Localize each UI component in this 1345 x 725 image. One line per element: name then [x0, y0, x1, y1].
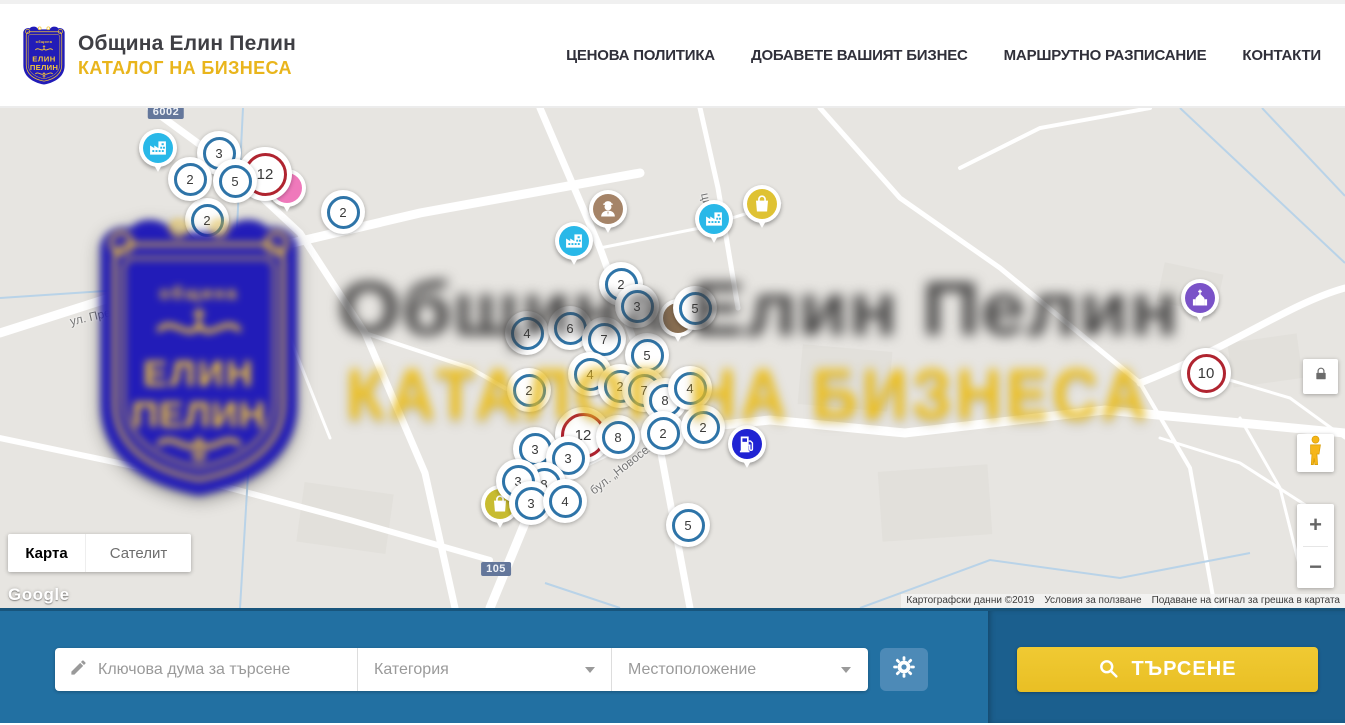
- cluster-marker[interactable]: 3: [615, 284, 659, 328]
- map-type-map-button[interactable]: Карта: [8, 534, 85, 572]
- cluster-count: 5: [679, 292, 712, 325]
- map-pin-bag-icon[interactable]: [743, 185, 781, 223]
- zoom-out-button[interactable]: −: [1297, 547, 1334, 589]
- header: община ЕЛИН ПЕЛИН Община Елин Пелин КАТА…: [0, 4, 1345, 108]
- map-pin-fuel-icon[interactable]: [728, 425, 766, 463]
- map-canvas[interactable]: 6002105ул. Преславбул. „Новоселции: [0, 108, 1345, 608]
- advanced-settings-button[interactable]: [880, 648, 928, 691]
- pegman-button[interactable]: [1297, 434, 1334, 472]
- nav-item-add-business[interactable]: ДОБАВЕТЕ ВАШИЯТ БИЗНЕС: [751, 47, 968, 64]
- cluster-count: 4: [511, 317, 544, 350]
- nav-item-contacts[interactable]: КОНТАКТИ: [1242, 47, 1321, 64]
- chevron-down-icon: [585, 667, 595, 673]
- svg-text:община: община: [36, 40, 53, 44]
- cluster-count: 7: [588, 323, 621, 356]
- cluster-count: 10: [1187, 354, 1226, 393]
- map-pin-factory-icon[interactable]: [695, 200, 733, 238]
- cluster-marker[interactable]: 2: [185, 198, 229, 242]
- pin-icon: [747, 189, 777, 219]
- pencil-icon: [69, 658, 88, 682]
- pin-icon: [143, 133, 173, 163]
- map-attribution: Картографски данни ©2019 Условия за полз…: [901, 593, 1345, 608]
- google-logo[interactable]: Google: [8, 585, 70, 605]
- cluster-marker[interactable]: 2: [168, 157, 212, 201]
- cluster-marker[interactable]: 4: [668, 366, 712, 410]
- lock-button[interactable]: [1303, 359, 1338, 394]
- map-pin-church-icon[interactable]: [1181, 279, 1219, 317]
- cluster-marker[interactable]: 2: [507, 368, 551, 412]
- map-pin-worker-icon[interactable]: [589, 190, 627, 228]
- cluster-count: 5: [631, 339, 664, 372]
- pin-icon: [1185, 283, 1215, 313]
- category-placeholder: Категория: [374, 661, 449, 679]
- cluster-marker[interactable]: 10: [1181, 348, 1231, 398]
- zoom-in-button[interactable]: +: [1297, 504, 1334, 546]
- main-nav: ЦЕНОВА ПОЛИТИКА ДОБАВЕТЕ ВАШИЯТ БИЗНЕС М…: [566, 47, 1321, 64]
- cluster-count: 2: [191, 204, 224, 237]
- zoom-control: + −: [1297, 504, 1334, 588]
- cluster-count: 4: [549, 485, 582, 518]
- site-title: Община Елин Пелин: [78, 32, 296, 56]
- cluster-marker[interactable]: 5: [673, 286, 717, 330]
- nav-item-route-schedule[interactable]: МАРШРУТНО РАЗПИСАНИЕ: [1004, 47, 1207, 64]
- svg-text:ПЕЛИН: ПЕЛИН: [30, 63, 58, 72]
- attribution-report-link[interactable]: Подаване на сигнал за грешка в картата: [1147, 594, 1345, 608]
- cluster-count: 2: [327, 196, 360, 229]
- gear-icon: [892, 655, 916, 684]
- nav-item-pricing[interactable]: ЦЕНОВА ПОЛИТИКА: [566, 47, 715, 64]
- pin-icon: [732, 429, 762, 459]
- search-submit-button[interactable]: ТЪРСЕНЕ: [1017, 647, 1318, 692]
- svg-text:ЕЛИН: ЕЛИН: [32, 54, 55, 63]
- cluster-count: 2: [174, 163, 207, 196]
- map-pin-factory-icon[interactable]: [139, 129, 177, 167]
- attribution-terms-link[interactable]: Условия за ползване: [1039, 594, 1146, 608]
- site-logo[interactable]: община ЕЛИН ПЕЛИН Община Елин Пелин КАТА…: [20, 25, 296, 85]
- cluster-count: 8: [602, 421, 635, 454]
- map-pin-factory-icon[interactable]: [555, 222, 593, 260]
- pegman-icon: [1307, 435, 1324, 471]
- cluster-count: 2: [687, 411, 720, 444]
- attribution-copyright: Картографски данни ©2019: [901, 594, 1039, 608]
- search-button-label: ТЪРСЕНЕ: [1131, 658, 1236, 681]
- location-placeholder: Местоположение: [628, 661, 756, 679]
- category-select[interactable]: Категория: [358, 648, 612, 691]
- cluster-marker[interactable]: 5: [213, 159, 257, 203]
- search-bar: Категория Местоположение: [0, 608, 1345, 723]
- lock-icon: [1314, 367, 1328, 386]
- cluster-marker[interactable]: 4: [543, 479, 587, 523]
- search-icon: [1098, 658, 1119, 682]
- keyword-search-input[interactable]: [98, 661, 347, 679]
- cluster-count: 3: [621, 290, 654, 323]
- pin-icon: [699, 204, 729, 234]
- cluster-count: 2: [513, 374, 546, 407]
- map-markers: 2321252235467542278412822338334510: [0, 108, 1345, 608]
- cluster-count: 4: [674, 372, 707, 405]
- cluster-marker[interactable]: 2: [681, 405, 725, 449]
- site-subtitle: КАТАЛОГ НА БИЗНЕСА: [78, 58, 296, 79]
- cluster-count: 2: [647, 417, 680, 450]
- cluster-count: 5: [672, 509, 705, 542]
- cluster-marker[interactable]: 8: [596, 415, 640, 459]
- cluster-marker[interactable]: 2: [321, 190, 365, 234]
- search-input-group: Категория Местоположение: [55, 648, 868, 691]
- search-bar-left: Категория Местоположение: [0, 611, 988, 723]
- chevron-down-icon: [841, 667, 851, 673]
- search-bar-right: ТЪРСЕНЕ: [988, 611, 1345, 723]
- cluster-marker[interactable]: 5: [666, 503, 710, 547]
- keyword-field-wrap: [55, 648, 358, 691]
- pin-icon: [593, 194, 623, 224]
- map-type-satellite-button[interactable]: Сателит: [85, 534, 191, 572]
- location-select[interactable]: Местоположение: [612, 648, 867, 691]
- cluster-marker[interactable]: 4: [505, 311, 549, 355]
- pin-icon: [559, 226, 589, 256]
- municipality-crest-icon: община ЕЛИН ПЕЛИН: [20, 25, 68, 85]
- map-type-control: Карта Сателит: [8, 534, 191, 572]
- cluster-count: 5: [219, 165, 252, 198]
- cluster-marker[interactable]: 2: [641, 411, 685, 455]
